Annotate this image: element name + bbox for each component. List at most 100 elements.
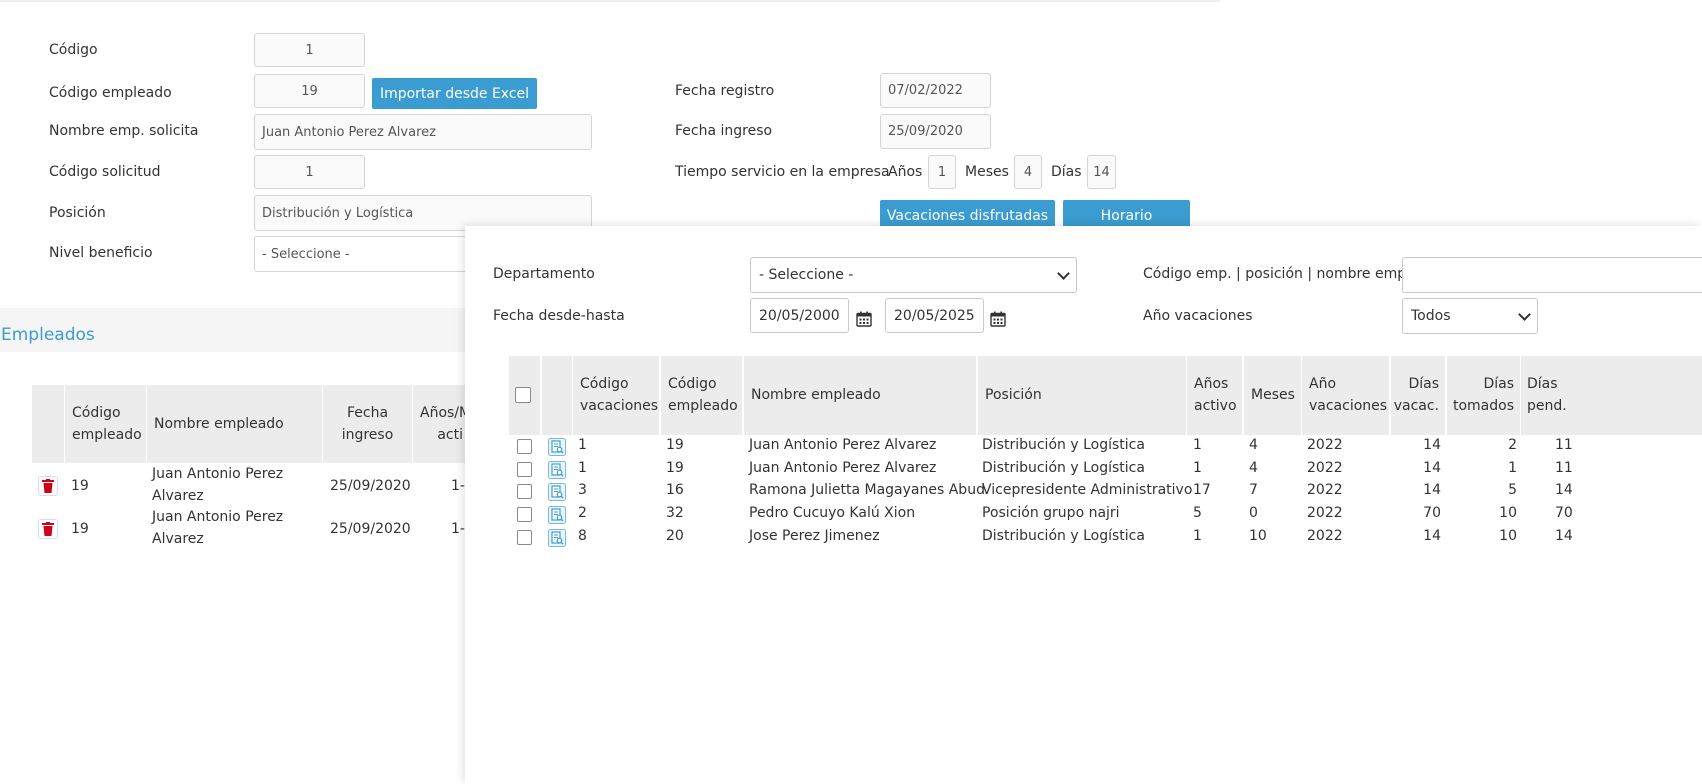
empleados-cell-codigo: 19 [71, 478, 89, 494]
vacaciones-cell-ano-vac: 2022 [1307, 459, 1343, 476]
row-checkbox[interactable] [517, 461, 532, 477]
importar-excel-button[interactable]: Importar desde Excel [372, 78, 537, 109]
empleados-header-fecha: Fecha ingreso [323, 385, 412, 463]
view-details-icon[interactable] [548, 506, 566, 525]
vacaciones-cell-codigo-emp: 20 [666, 527, 684, 544]
vacaciones-cell-dias-vac: 14 [1423, 459, 1441, 476]
vacaciones-cell-anos: 1 [1193, 527, 1202, 544]
ano-vacaciones-select-value: Todos [1411, 308, 1451, 324]
vacaciones-cell-dias-tom: 2 [1508, 437, 1517, 453]
vacaciones-cell-dias-pen: 70 [1555, 505, 1573, 522]
vacaciones-cell-codigo-vac: 1 [578, 437, 587, 453]
vacaciones-cell-codigo-emp: 16 [666, 482, 684, 499]
dias-label: Días [1051, 164, 1082, 180]
row-checkbox[interactable] [517, 484, 532, 500]
row-checkbox[interactable] [517, 507, 532, 523]
vacaciones-cell-dias-tom: 1 [1508, 459, 1517, 476]
empleados-cell-fecha: 25/09/2020 [330, 478, 411, 494]
vacaciones-cell-dias-tom: 10 [1499, 505, 1517, 522]
vacaciones-cell-posicion: Distribución y Logística [982, 459, 1145, 476]
codigo-label: Código [49, 42, 98, 58]
vacaciones-cell-nombre: Juan Antonio Perez Alvarez [749, 459, 937, 476]
vacaciones-cell-anos: 1 [1193, 459, 1202, 476]
posicion-label: Posición [49, 205, 106, 221]
empleados-cell-nombre-2: Alvarez [152, 488, 204, 504]
nivel-beneficio-label: Nivel beneficio [49, 245, 153, 261]
view-details-icon[interactable] [548, 460, 566, 479]
vacaciones-cell-posicion: Vicepresidente Administrativo [982, 482, 1193, 499]
anos-label: Años [888, 164, 923, 180]
vacaciones-cell-dias-vac: 70 [1423, 505, 1441, 522]
empleados-cell-codigo: 19 [71, 521, 89, 537]
chevron-down-icon [1057, 266, 1070, 280]
empleados-header-anos: Años/Macti [413, 385, 465, 463]
vacaciones-cell-ano-vac: 2022 [1307, 437, 1343, 453]
view-details-icon[interactable] [548, 528, 566, 547]
vacaciones-cell-nombre: Ramona Julietta Magayanes Abud [749, 482, 985, 499]
fecha-hasta-field[interactable]: 20/05/2025 [885, 298, 984, 333]
ano-vacaciones-select[interactable]: Todos [1402, 298, 1538, 334]
vacaciones-cell-dias-pen: 11 [1555, 459, 1573, 476]
trash-icon [42, 479, 54, 493]
calendar-icon[interactable] [990, 311, 1006, 327]
codigo-emp-filter-input[interactable] [1402, 257, 1702, 293]
top-divider [0, 0, 1220, 2]
fecha-desde-field[interactable]: 20/05/2000 [750, 298, 849, 333]
codigo-emp-filter-label: Código emp. | posición | nombre emp. [1143, 266, 1411, 282]
vacaciones-cell-meses: 4 [1249, 437, 1258, 453]
codigo-empleado-label: Código empleado [49, 85, 172, 101]
vacaciones-cell-dias-vac: 14 [1423, 437, 1441, 453]
vacaciones-cell-ano-vac: 2022 [1307, 482, 1343, 499]
vacaciones-header-meses: Meses [1244, 356, 1301, 435]
codigo-solicitud-field[interactable]: 1 [254, 155, 365, 189]
meses-field[interactable]: 4 [1014, 155, 1042, 189]
vacaciones-cell-dias-tom: 5 [1508, 482, 1517, 499]
select-all-checkbox[interactable] [515, 387, 531, 403]
empleados-cell-nombre-2: Alvarez [152, 531, 204, 547]
vacaciones-cell-anos: 17 [1193, 482, 1211, 499]
fecha-registro-field[interactable]: 07/02/2022 [880, 73, 991, 108]
calendar-icon[interactable] [856, 311, 872, 327]
vacaciones-header-ano-vac: Año vacaciones [1302, 356, 1389, 435]
anos-field[interactable]: 1 [928, 155, 956, 189]
vacaciones-cell-meses: 10 [1249, 527, 1267, 544]
codigo-solicitud-label: Código solicitud [49, 164, 161, 180]
meses-label: Meses [965, 164, 1009, 180]
vacaciones-cell-codigo-emp: 19 [666, 437, 684, 453]
fecha-ingreso-field[interactable]: 25/09/2020 [880, 114, 991, 149]
codigo-empleado-field[interactable]: 19 [254, 74, 365, 108]
vacaciones-cell-codigo-vac: 8 [578, 527, 587, 544]
dias-field[interactable]: 14 [1087, 155, 1116, 189]
delete-row-button[interactable] [38, 476, 58, 496]
nombre-solicita-field[interactable]: Juan Antonio Perez Alvarez [254, 114, 592, 150]
empleados-cell-fecha: 25/09/2020 [330, 521, 411, 537]
row-checkbox[interactable] [517, 529, 532, 545]
empleados-cell-anos: 1- [451, 521, 465, 537]
vacaciones-header-posicion: Posición [978, 356, 1186, 435]
vacaciones-cell-meses: 7 [1249, 482, 1258, 499]
view-details-icon[interactable] [548, 438, 566, 456]
vacaciones-cell-dias-pen: 14 [1555, 482, 1573, 499]
vacaciones-cell-dias-vac: 14 [1423, 482, 1441, 499]
row-checkbox[interactable] [517, 439, 532, 454]
vacaciones-cell-ano-vac: 2022 [1307, 527, 1343, 544]
vacaciones-header-anos: Años activo [1187, 356, 1242, 435]
ano-vacaciones-label: Año vacaciones [1143, 308, 1253, 324]
vacaciones-cell-posicion: Distribución y Logística [982, 527, 1145, 544]
departamento-select[interactable]: - Seleccione - [750, 257, 1077, 293]
delete-row-button[interactable] [38, 519, 58, 539]
vacaciones-cell-dias-tom: 10 [1499, 527, 1517, 544]
codigo-field[interactable]: 1 [254, 33, 365, 67]
empleados-header-codigo: Código empleado [65, 385, 146, 463]
view-details-icon[interactable] [548, 483, 566, 502]
vacaciones-cell-codigo-emp: 19 [666, 459, 684, 476]
empleados-cell-anos: 1- [451, 478, 465, 494]
empleados-cell-nombre: Juan Antonio Perez [152, 466, 284, 482]
vacaciones-cell-anos: 1 [1193, 437, 1202, 453]
empleados-cell-nombre: Juan Antonio Perez [152, 509, 284, 525]
trash-icon [42, 522, 54, 536]
vacaciones-cell-meses: 4 [1249, 459, 1258, 476]
chevron-down-icon [1518, 307, 1531, 321]
vacaciones-cell-nombre: Jose Perez Jimenez [749, 527, 880, 544]
vacaciones-cell-codigo-vac: 2 [578, 505, 587, 522]
